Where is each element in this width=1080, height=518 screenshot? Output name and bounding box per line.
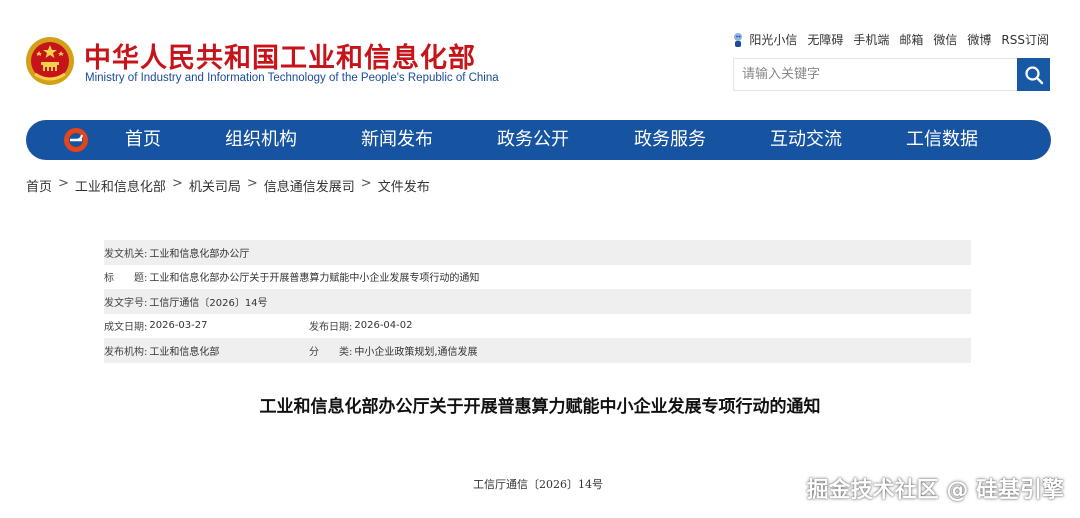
site-title: 中华人民共和国工业和信息化部 — [84, 43, 476, 74]
nav-item-data[interactable]: 工信数据 — [906, 120, 978, 160]
top-link-accessibility[interactable]: 无障碍 — [807, 31, 843, 48]
category-label: 分 类: — [309, 346, 353, 358]
nav-item-services[interactable]: 政务服务 — [634, 120, 706, 160]
published-date-value: 2026-04-02 — [354, 320, 413, 332]
document-info-table: 发文机关: 工业和信息化部办公厅 标 题: 工业和信息化部办公厅关于开展普惠算力… — [104, 240, 971, 363]
search-box — [733, 58, 1050, 91]
main-nav: 首页 组织机构 新闻发布 政务公开 政务服务 互动交流 工信数据 — [26, 120, 1051, 160]
miit-logo-icon[interactable] — [62, 126, 90, 154]
national-emblem-icon — [25, 36, 75, 86]
breadcrumb-ict-department[interactable]: 信息通信发展司 — [264, 176, 355, 195]
search-icon — [1024, 65, 1043, 84]
issuer-label: 发文机关: — [104, 248, 148, 260]
info-row-publisher: 发布机构: 工业和信息化部 分 类: 中小企业政策规划,通信发展 — [104, 338, 971, 363]
nav-item-organization[interactable]: 组织机构 — [225, 120, 297, 160]
breadcrumb-separator: > — [360, 176, 372, 191]
top-link-mobile[interactable]: 手机端 — [853, 31, 889, 48]
breadcrumb: 首页 > 工业和信息化部 > 机关司局 > 信息通信发展司 > 文件发布 — [26, 176, 430, 195]
title-value: 工业和信息化部办公厅关于开展普惠算力赋能中小企业发展专项行动的通知 — [149, 273, 480, 285]
top-link-label: 阳光小信 — [749, 33, 798, 47]
top-links: 阳光小信 无障碍 手机端 邮箱 微信 微博 RSS订阅 — [731, 31, 1049, 48]
breadcrumb-separator: > — [58, 176, 69, 191]
search-button[interactable] — [1017, 58, 1050, 91]
publisher-value: 工业和信息化部 — [149, 346, 220, 358]
breadcrumb-ministry[interactable]: 工业和信息化部 — [75, 176, 166, 195]
category-value: 中小企业政策规划,通信发展 — [354, 346, 478, 358]
written-date-label: 成文日期: — [104, 322, 148, 334]
publisher-label: 发布机构: — [104, 346, 148, 358]
top-link-weibo[interactable]: 微博 — [967, 31, 991, 48]
top-link-mail[interactable]: 邮箱 — [899, 31, 923, 48]
title-label: 标 题: — [104, 273, 148, 285]
nav-item-open-government[interactable]: 政务公开 — [497, 120, 569, 160]
watermark: 掘金技术社区 @ 硅基引擎 — [806, 478, 1064, 503]
breadcrumb-documents[interactable]: 文件发布 — [378, 176, 430, 195]
top-link-sunshine[interactable]: 阳光小信 — [731, 31, 797, 48]
docno-value: 工信厅通信〔2026〕14号 — [149, 297, 268, 309]
site-subtitle: Ministry of Industry and Information Tec… — [85, 72, 499, 84]
breadcrumb-home[interactable]: 首页 — [26, 176, 52, 195]
breadcrumb-separator: > — [171, 176, 183, 191]
breadcrumb-departments[interactable]: 机关司局 — [189, 176, 241, 195]
written-date-value: 2026-03-27 — [149, 320, 208, 332]
sunshine-xiaoxin-icon — [734, 32, 743, 47]
top-link-wechat[interactable]: 微信 — [933, 31, 957, 48]
info-row-dates: 成文日期: 2026-03-27 发布日期: 2026-04-02 — [104, 314, 971, 339]
nav-item-news[interactable]: 新闻发布 — [361, 120, 433, 160]
search-input[interactable] — [734, 59, 1018, 90]
info-row-docno: 发文字号: 工信厅通信〔2026〕14号 — [104, 289, 971, 314]
article-title: 工业和信息化部办公厅关于开展普惠算力赋能中小企业发展专项行动的通知 — [259, 397, 821, 417]
nav-item-home[interactable]: 首页 — [125, 120, 161, 160]
info-row-issuer: 发文机关: 工业和信息化部办公厅 — [104, 240, 971, 265]
docno-label: 发文字号: — [104, 297, 148, 309]
info-row-title: 标 题: 工业和信息化部办公厅关于开展普惠算力赋能中小企业发展专项行动的通知 — [104, 265, 971, 290]
published-date-label: 发布日期: — [309, 322, 353, 334]
top-link-rss[interactable]: RSS订阅 — [1001, 31, 1049, 48]
breadcrumb-separator: > — [246, 176, 258, 191]
nav-item-interaction[interactable]: 互动交流 — [770, 120, 842, 160]
issuer-value: 工业和信息化部办公厅 — [149, 248, 250, 260]
